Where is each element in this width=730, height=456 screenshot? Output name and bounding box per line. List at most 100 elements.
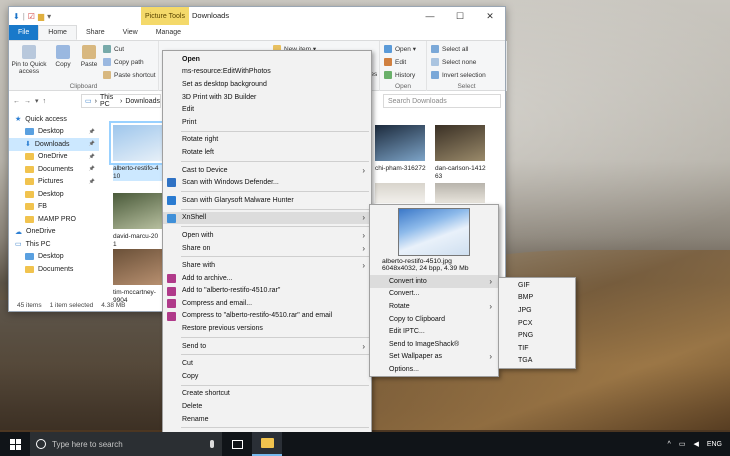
xnshell-item-options[interactable]: Options... — [370, 363, 498, 376]
taskbar-search-box[interactable]: Type here to search — [30, 432, 222, 456]
menu-item-ms-resource-editwithphotos[interactable]: ms-resource:EditWithPhotos — [163, 66, 371, 79]
select-none-button[interactable]: Select none — [431, 58, 476, 66]
start-button[interactable] — [0, 432, 30, 456]
menu-item-compress-to-alberto-restifo-4510-rar-and-email[interactable]: Compress to "alberto-restifo-4510.rar" a… — [163, 310, 371, 323]
language-indicator[interactable]: ENG — [707, 441, 722, 448]
file-thumbnail[interactable] — [113, 193, 163, 229]
search-input[interactable]: Search Downloads — [383, 94, 501, 108]
nav-item-quick-access[interactable]: ★ Quick access — [9, 113, 99, 126]
nav-item-documents[interactable]: Documents 📌 — [9, 163, 99, 176]
task-view-button[interactable] — [222, 432, 252, 456]
xnshell-item-convert[interactable]: Convert... — [370, 288, 498, 301]
menu-item-share-with[interactable]: Share with › — [163, 259, 371, 272]
tab-view[interactable]: View — [114, 25, 147, 40]
nav-item-pictures[interactable]: Pictures 📌 — [9, 176, 99, 189]
menu-item-compress-and-email[interactable]: Compress and email... — [163, 297, 371, 310]
menu-item-cast-to-device[interactable]: Cast to Device › — [163, 164, 371, 177]
invert-selection-button[interactable]: Invert selection — [431, 71, 486, 79]
menu-item-delete[interactable]: Delete — [163, 400, 371, 413]
nav-item-documents[interactable]: Documents — [9, 263, 99, 276]
down-arrow-icon[interactable]: ⬇ — [13, 12, 20, 21]
close-button[interactable]: ✕ — [475, 7, 505, 25]
xnshell-item-edit-iptc[interactable]: Edit IPTC... — [370, 325, 498, 338]
menu-item-xnshell[interactable]: XnShell › — [163, 211, 371, 225]
convert-format-tif[interactable]: TIF — [499, 342, 575, 355]
copy-path-button[interactable]: Copy path — [103, 58, 144, 66]
menu-item-rename[interactable]: Rename — [163, 413, 371, 426]
file-thumbnail[interactable] — [375, 125, 425, 161]
file-thumbnail[interactable] — [435, 125, 485, 161]
network-icon[interactable]: ▭ — [679, 440, 686, 448]
menu-item-print[interactable]: Print — [163, 116, 371, 129]
minimize-button[interactable]: — — [415, 7, 445, 25]
menu-item-send-to[interactable]: Send to › — [163, 340, 371, 353]
file-thumbnail[interactable] — [113, 249, 163, 285]
menu-item-3d-print-with-3d-builder[interactable]: 3D Print with 3D Builder — [163, 91, 371, 104]
xnshell-item-copy-to-clipboard[interactable]: Copy to Clipboard — [370, 313, 498, 326]
select-all-button[interactable]: Select all — [431, 45, 468, 53]
maximize-button[interactable]: ☐ — [445, 7, 475, 25]
nav-item-onedrive[interactable]: OneDrive 📌 — [9, 151, 99, 164]
tab-share[interactable]: Share — [77, 25, 114, 40]
open-button[interactable]: Open ▾ — [384, 45, 416, 53]
new-folder-icon[interactable]: ▆ — [38, 12, 44, 21]
xnshell-item-set-wallpaper-as[interactable]: Set Wallpaper as › — [370, 351, 498, 364]
recent-chevron-icon[interactable]: ▾ — [35, 97, 39, 105]
file-thumbnail[interactable] — [375, 183, 425, 203]
nav-item-desktop[interactable]: Desktop 📌 — [9, 126, 99, 139]
volume-icon[interactable]: ◀ — [693, 440, 698, 448]
tab-home[interactable]: Home — [38, 25, 77, 40]
cut-button[interactable]: Cut — [103, 45, 124, 53]
convert-format-bmp[interactable]: BMP — [499, 292, 575, 305]
nav-item-downloads[interactable]: ⬇ Downloads 📌 — [9, 138, 99, 151]
menu-item-rotate-right[interactable]: Rotate right — [163, 134, 371, 147]
menu-item-set-as-desktop-background[interactable]: Set as desktop background — [163, 78, 371, 91]
edit-button[interactable]: Edit — [384, 58, 406, 66]
menu-item-add-to-archive[interactable]: Add to archive... — [163, 272, 371, 285]
nav-item-onedrive[interactable]: ☁ OneDrive — [9, 226, 99, 239]
xnshell-item-convert-into[interactable]: Convert into › — [370, 275, 498, 288]
show-hidden-icons-button[interactable]: ^ — [668, 441, 671, 448]
menu-item-scan-with-windows-defender[interactable]: Scan with Windows Defender... — [163, 176, 371, 189]
tab-manage[interactable]: Manage — [147, 25, 190, 40]
breadcrumb-this-pc[interactable]: This PC — [100, 94, 117, 108]
nav-item-desktop[interactable]: Desktop — [9, 188, 99, 201]
nav-item-this-pc[interactable]: ▭ This PC — [9, 238, 99, 251]
menu-item-scan-with-glarysoft-malware-hunter[interactable]: Scan with Glarysoft Malware Hunter — [163, 194, 371, 207]
customize-icon[interactable]: ▾ — [47, 12, 51, 21]
menu-item-rotate-left[interactable]: Rotate left — [163, 146, 371, 159]
microphone-icon[interactable] — [210, 440, 214, 448]
back-arrow-icon[interactable]: ← — [13, 98, 20, 105]
tab-file[interactable]: File — [9, 25, 39, 40]
convert-format-pcx[interactable]: PCX — [499, 317, 575, 330]
menu-item-add-to-alberto-restifo-4510-rar[interactable]: Add to "alberto-restifo-4510.rar" — [163, 285, 371, 298]
convert-format-jpg[interactable]: JPG — [499, 304, 575, 317]
menu-item-restore-previous-versions[interactable]: Restore previous versions — [163, 322, 371, 335]
nav-item-desktop[interactable]: Desktop — [9, 251, 99, 264]
up-arrow-icon[interactable]: ↑ — [43, 98, 47, 105]
taskbar-file-explorer[interactable] — [252, 432, 282, 456]
xnshell-item-rotate[interactable]: Rotate › — [370, 300, 498, 313]
menu-item-open-with[interactable]: Open with › — [163, 229, 371, 242]
menu-item-share-on[interactable]: Share on › — [163, 242, 371, 255]
menu-item-create-shortcut[interactable]: Create shortcut — [163, 388, 371, 401]
paste-shortcut-button[interactable]: Paste shortcut — [103, 71, 156, 79]
nav-item-fb[interactable]: FB — [9, 201, 99, 214]
file-thumbnail[interactable] — [435, 183, 485, 203]
address-box[interactable]: ▭ › This PC › Downloads — [81, 94, 161, 108]
menu-item-cut[interactable]: Cut — [163, 357, 371, 370]
menu-item-open[interactable]: Open — [163, 53, 371, 66]
pin-quick-access-button[interactable]: Pin to Quick access — [11, 45, 47, 75]
copy-button[interactable]: Copy — [51, 45, 75, 68]
file-thumbnail[interactable] — [109, 121, 167, 165]
xnshell-item-send-to-imageshack[interactable]: Send to ImageShack® — [370, 338, 498, 351]
convert-format-tga[interactable]: TGA — [499, 355, 575, 368]
nav-item-mamp-pro[interactable]: MAMP PRO — [9, 213, 99, 226]
convert-format-png[interactable]: PNG — [499, 329, 575, 342]
menu-item-edit[interactable]: Edit — [163, 103, 371, 116]
properties-icon[interactable]: ☑ — [28, 12, 35, 21]
paste-button[interactable]: Paste — [77, 45, 101, 68]
forward-arrow-icon[interactable]: → — [24, 98, 31, 105]
breadcrumb-downloads[interactable]: Downloads — [125, 98, 160, 105]
history-button[interactable]: History — [384, 71, 415, 79]
